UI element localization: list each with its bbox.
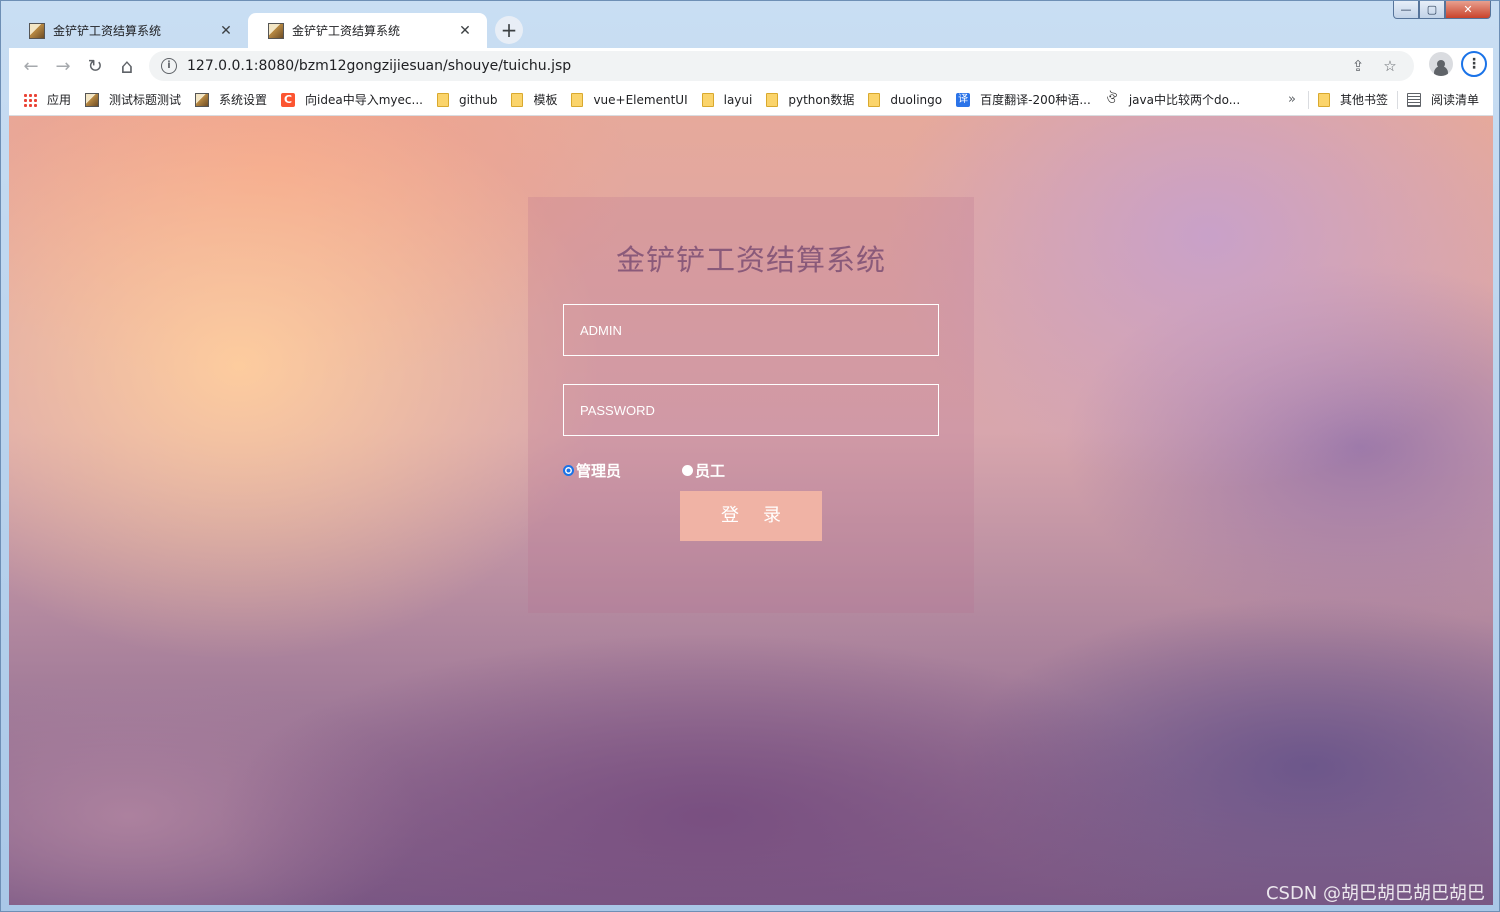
url-text[interactable]: 127.0.0.1:8080/bzm12gongzijiesuan/shouye…	[187, 58, 1342, 74]
bookmark-folder[interactable]: vue+ElementUI	[564, 92, 694, 107]
forward-arrow-icon[interactable]: →	[47, 50, 79, 82]
tab-title: 金铲铲工资结算系统	[53, 24, 162, 38]
reading-list-icon	[1406, 92, 1421, 107]
role-selector: 管理员 员工	[563, 460, 974, 480]
folder-icon	[511, 92, 524, 107]
bookmark-item[interactable]: C 向idea中导入myec...	[274, 91, 430, 108]
role-admin-label: 管理员	[576, 462, 622, 480]
share-icon[interactable]: ⇪	[1342, 57, 1374, 75]
bookmark-label: 向idea中导入myec...	[305, 93, 423, 107]
bookmark-folder[interactable]: github	[430, 92, 504, 107]
tab-2[interactable]: 金铲铲工资结算系统 ✕	[248, 13, 487, 48]
login-button[interactable]: 登录	[680, 491, 822, 541]
bookmark-apps[interactable]: 应用	[9, 91, 78, 108]
bookmark-label: 模板	[533, 93, 558, 107]
password-input[interactable]	[563, 384, 939, 436]
folder-icon	[766, 92, 779, 107]
image-icon	[195, 92, 210, 107]
role-admin-option[interactable]: 管理员	[563, 460, 621, 481]
folder-icon	[436, 92, 449, 107]
bookmark-label: vue+ElementUI	[593, 92, 688, 107]
role-staff-label: 员工	[695, 462, 726, 480]
bookmarks-bar: 应用 测试标题测试 系统设置 C 向idea中导入myec... github …	[9, 84, 1493, 116]
page-title: 金铲铲工资结算系统	[615, 243, 886, 277]
bookmark-label: github	[458, 92, 498, 107]
bookmark-label: 其他书签	[1339, 93, 1388, 107]
bookmark-item[interactable]: ঔ java中比较两个do...	[1098, 91, 1247, 108]
close-window-button[interactable]: ✕	[1445, 1, 1491, 19]
minimize-button[interactable]: —	[1393, 1, 1419, 19]
reload-icon[interactable]: ↻	[79, 50, 111, 82]
role-staff-radio[interactable]	[682, 465, 693, 476]
bookmark-label: 测试标题测试	[109, 93, 182, 107]
image-icon	[85, 92, 100, 107]
page-content: 金铲铲工资结算系统 管理员 员工 登录 CSDN @胡巴胡巴胡巴胡巴	[9, 116, 1493, 905]
bookmark-folder[interactable]: layui	[695, 92, 760, 107]
address-bar[interactable]: i 127.0.0.1:8080/bzm12gongzijiesuan/shou…	[149, 51, 1414, 81]
reading-list[interactable]: 阅读清单	[1400, 91, 1493, 108]
bookmark-folder[interactable]: 模板	[504, 91, 564, 108]
other-bookmarks[interactable]: 其他书签	[1311, 91, 1395, 108]
close-tab-icon[interactable]: ✕	[457, 23, 473, 39]
bookmark-label: duolingo	[890, 92, 943, 107]
csdn-icon: C	[281, 92, 296, 107]
tab-title: 金铲铲工资结算系统	[292, 24, 401, 38]
profile-avatar-icon[interactable]	[1429, 52, 1453, 76]
more-bookmarks-chevron-icon[interactable]: »	[1278, 92, 1306, 107]
bookmark-item[interactable]: 系统设置	[188, 91, 274, 108]
bookmark-label: 应用	[47, 93, 72, 107]
browser-menu-icon[interactable]: ⋮	[1461, 51, 1487, 77]
folder-icon	[868, 92, 881, 107]
folder-icon	[1317, 92, 1330, 107]
tab-strip: 金铲铲工资结算系统 ✕ 金铲铲工资结算系统 ✕ +	[9, 13, 523, 48]
bookmark-label: 阅读清单	[1430, 93, 1479, 107]
bookmark-item[interactable]: 译 百度翻译-200种语...	[949, 91, 1098, 108]
translate-icon: 译	[956, 92, 971, 107]
bookmark-label: python数据	[788, 93, 855, 107]
csdn-watermark: CSDN @胡巴胡巴胡巴胡巴	[1265, 883, 1485, 904]
apps-icon	[23, 92, 37, 107]
bookmark-folder[interactable]: duolingo	[861, 92, 949, 107]
browser-window: — ▢ ✕ 金铲铲工资结算系统 ✕ 金铲铲工资结算系统 ✕ + ← → ↻ ⌂ …	[0, 0, 1500, 912]
bookmark-label: 百度翻译-200种语...	[980, 93, 1091, 107]
browser-toolbar: ← → ↻ ⌂ i 127.0.0.1:8080/bzm12gongzijies…	[9, 48, 1493, 84]
window-controls: — ▢ ✕	[1393, 1, 1491, 19]
bookmark-star-icon[interactable]: ☆	[1374, 57, 1406, 75]
tab-1[interactable]: 金铲铲工资结算系统 ✕	[9, 13, 248, 48]
site-favicon-icon	[29, 22, 45, 39]
leaf-icon: ঔ	[1106, 91, 1118, 107]
site-favicon-icon	[268, 22, 284, 39]
maximize-button[interactable]: ▢	[1419, 1, 1445, 19]
role-admin-radio[interactable]	[563, 465, 574, 476]
back-arrow-icon[interactable]: ←	[15, 50, 47, 82]
new-tab-button[interactable]: +	[495, 16, 523, 44]
site-info-icon[interactable]: i	[161, 58, 177, 74]
bookmark-label: layui	[723, 92, 753, 107]
bookmark-label: java中比较两个do...	[1128, 93, 1241, 107]
home-icon[interactable]: ⌂	[111, 50, 143, 82]
bookmarks-divider	[1396, 90, 1398, 109]
bookmark-folder[interactable]: python数据	[759, 91, 861, 108]
login-panel: 金铲铲工资结算系统 管理员 员工 登录	[528, 197, 974, 613]
folder-icon	[701, 92, 714, 107]
username-input[interactable]	[563, 304, 939, 356]
bookmarks-divider	[1307, 90, 1309, 109]
close-tab-icon[interactable]: ✕	[218, 23, 234, 39]
role-staff-option[interactable]: 员工	[682, 460, 725, 481]
bookmark-label: 系统设置	[219, 93, 268, 107]
folder-icon	[571, 92, 584, 107]
bookmark-item[interactable]: 测试标题测试	[78, 91, 188, 108]
